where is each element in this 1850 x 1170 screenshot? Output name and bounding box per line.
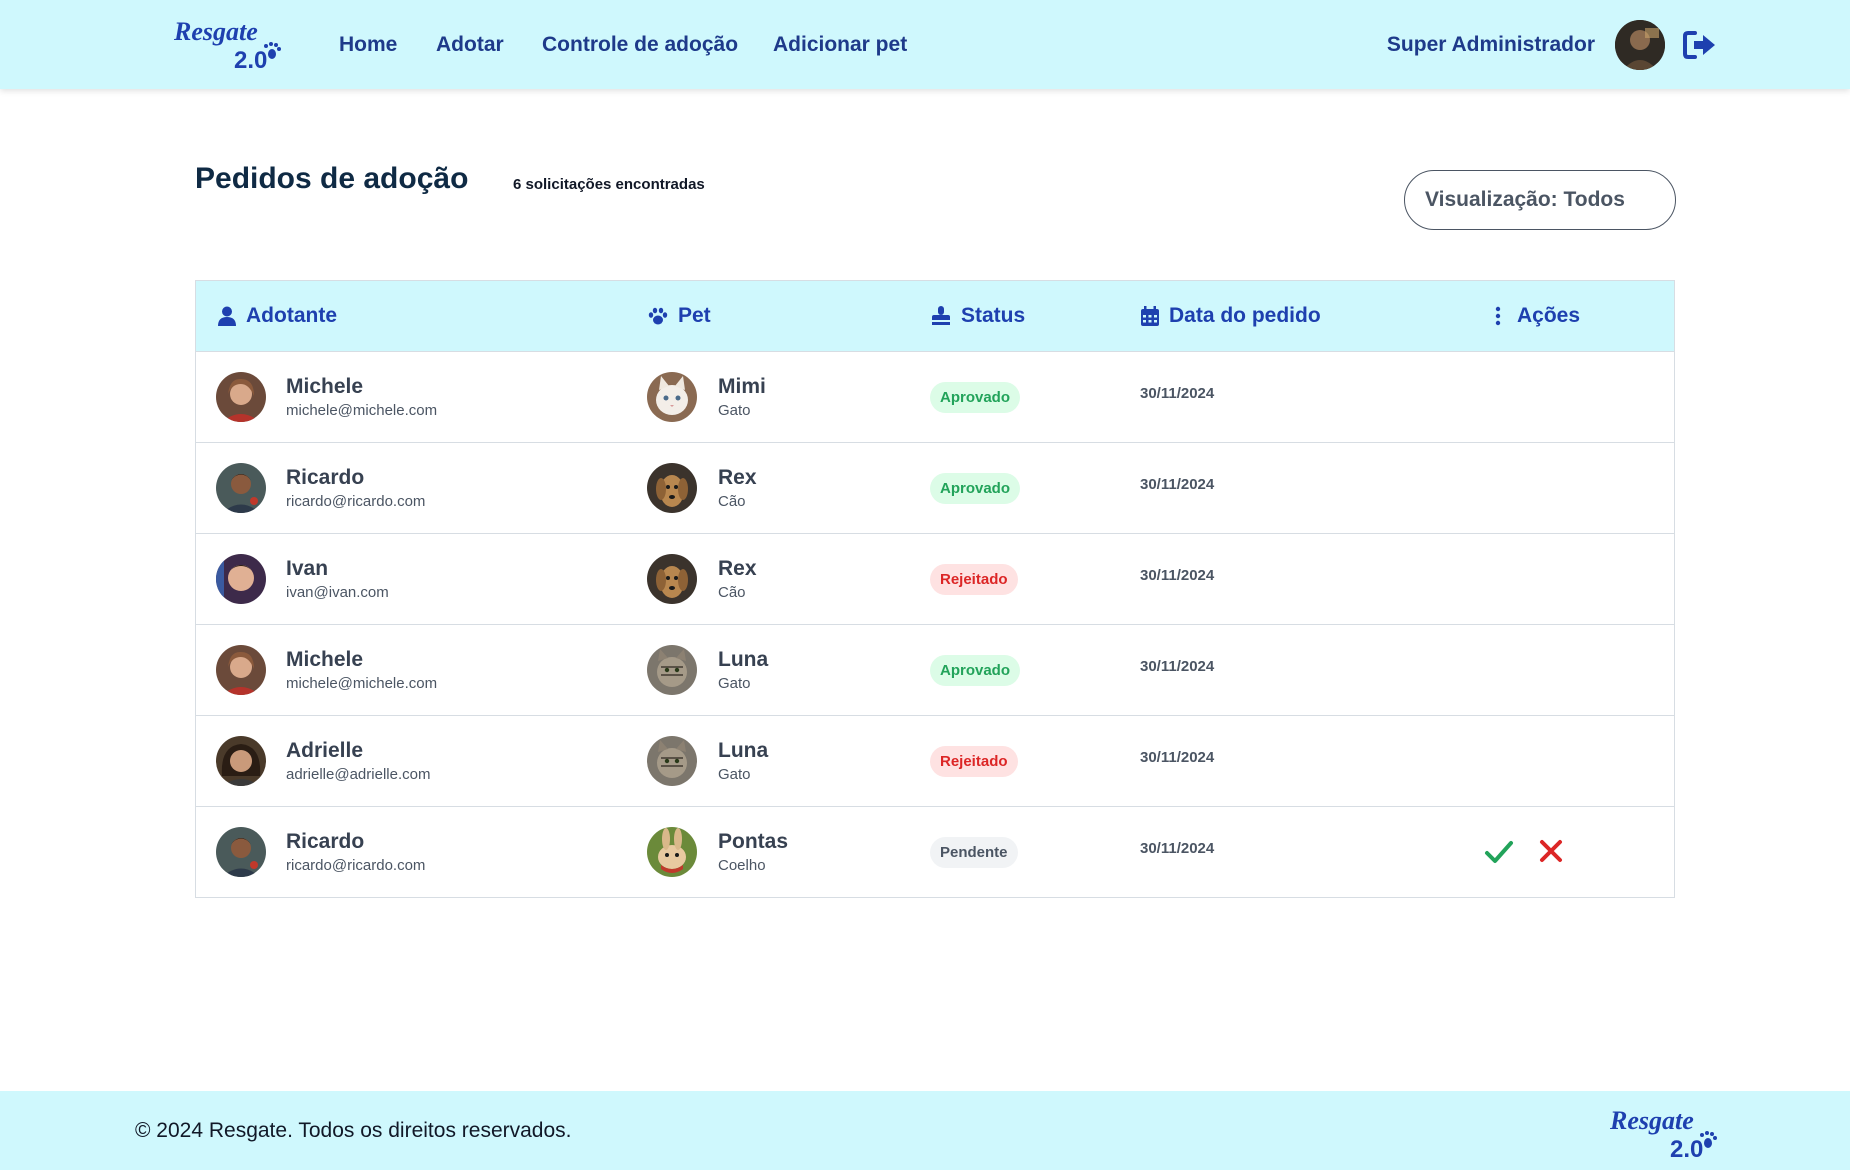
logout-icon[interactable] (1683, 29, 1717, 61)
pet-species: Cão (718, 493, 746, 510)
adopter-email: ivan@ivan.com (286, 584, 389, 601)
nav-controle-adocao[interactable]: Controle de adoção (542, 0, 738, 89)
pet-name: Luna (718, 648, 769, 671)
pet-name: Mimi (718, 375, 766, 398)
adopter-avatar (216, 463, 266, 513)
adoption-requests-table: Adotante Pet Status Data do pedido Ações… (195, 280, 1675, 898)
request-date: 30/11/2024 (1140, 658, 1215, 675)
adopter-avatar (216, 554, 266, 604)
nav-adotar[interactable]: Adotar (436, 0, 504, 89)
request-date: 30/11/2024 (1140, 749, 1215, 766)
adopter-avatar (216, 372, 266, 422)
status-badge: Rejeitado (930, 564, 1018, 595)
adopter-name: Ivan (286, 557, 329, 580)
adopter-name: Michele (286, 648, 364, 671)
table-row: Michele michele@michele.com Mimi Gato Ap… (196, 351, 1674, 442)
pet-avatar (647, 554, 697, 604)
status-badge: Aprovado (930, 655, 1021, 686)
adopter-email: ricardo@ricardo.com (286, 857, 426, 874)
adopter-avatar (216, 827, 266, 877)
pet-name: Rex (718, 466, 757, 489)
nav-home[interactable]: Home (339, 0, 397, 89)
table-row: Adrielle adrielle@adrielle.com Luna Gato… (196, 715, 1674, 806)
pet-species: Cão (718, 584, 746, 601)
pet-species: Gato (718, 402, 751, 419)
status-badge: Aprovado (930, 382, 1021, 413)
pet-avatar (647, 827, 697, 877)
paw-icon (648, 307, 668, 325)
pet-avatar (647, 372, 697, 422)
approve-check-icon[interactable] (1484, 838, 1514, 866)
svg-text:Resgate: Resgate (173, 17, 258, 46)
table-row: Michele michele@michele.com Luna Gato Ap… (196, 624, 1674, 715)
adopter-email: ricardo@ricardo.com (286, 493, 426, 510)
pet-avatar (647, 736, 697, 786)
column-header-data: Data do pedido (1141, 281, 1321, 351)
stamp-icon (932, 306, 950, 325)
column-header-pet: Pet (648, 281, 711, 351)
reject-x-icon[interactable] (1538, 838, 1564, 864)
copyright-text: © 2024 Resgate. Todos os direitos reserv… (135, 1118, 572, 1142)
view-filter-select[interactable]: Visualização: Todos (1404, 170, 1676, 230)
top-navbar: Resgate 2.0 Home Adotar Controle de adoç… (0, 0, 1850, 89)
adopter-email: michele@michele.com (286, 675, 438, 692)
pet-name: Pontas (718, 830, 789, 853)
resgate-logo[interactable]: Resgate 2.0 (172, 16, 282, 72)
column-header-status: Status (931, 281, 1025, 351)
status-badge: Pendente (930, 837, 1018, 868)
request-date: 30/11/2024 (1140, 567, 1215, 584)
page-title: Pedidos de adoção (195, 162, 469, 195)
adopter-name: Michele (286, 375, 364, 398)
user-avatar[interactable] (1615, 20, 1665, 70)
pet-name: Luna (718, 739, 769, 762)
adopter-name: Ricardo (286, 830, 365, 853)
results-count: 6 solicitações encontradas (513, 176, 705, 193)
user-icon (218, 306, 236, 326)
table-header: Adotante Pet Status Data do pedido Ações (196, 281, 1674, 351)
more-vertical-icon (1495, 306, 1501, 326)
table-row: Ivan ivan@ivan.com Rex Cão Rejeitado 30/… (196, 533, 1674, 624)
user-name: Super Administrador (1386, 32, 1595, 56)
request-date: 30/11/2024 (1140, 385, 1215, 402)
adopter-avatar (216, 645, 266, 695)
adopter-email: michele@michele.com (286, 402, 438, 419)
adopter-email: adrielle@adrielle.com (286, 766, 431, 783)
status-badge: Aprovado (930, 473, 1021, 504)
svg-text:2.0: 2.0 (1670, 1136, 1703, 1161)
adopter-name: Ricardo (286, 466, 365, 489)
request-date: 30/11/2024 (1140, 476, 1215, 493)
table-row: Ricardo ricardo@ricardo.com Rex Cão Apro… (196, 442, 1674, 533)
request-date: 30/11/2024 (1140, 840, 1215, 857)
pet-avatar (647, 463, 697, 513)
column-header-adotante: Adotante (218, 281, 337, 351)
pet-species: Gato (718, 675, 751, 692)
nav-adicionar-pet[interactable]: Adicionar pet (773, 0, 907, 89)
table-row: Ricardo ricardo@ricardo.com Pontas Coelh… (196, 806, 1674, 897)
footer: © 2024 Resgate. Todos os direitos reserv… (0, 1091, 1850, 1170)
svg-text:2.0: 2.0 (234, 47, 267, 72)
pet-name: Rex (718, 557, 757, 580)
svg-text:Resgate: Resgate (1609, 1106, 1694, 1135)
adopter-name: Adrielle (286, 739, 364, 762)
pet-species: Coelho (718, 857, 766, 874)
status-badge: Rejeitado (930, 746, 1018, 777)
adopter-avatar (216, 736, 266, 786)
resgate-logo-footer[interactable]: Resgate 2.0 (1608, 1105, 1718, 1161)
calendar-icon (1141, 306, 1159, 326)
pet-avatar (647, 645, 697, 695)
column-header-acoes: Ações (1489, 281, 1580, 351)
pet-species: Gato (718, 766, 751, 783)
